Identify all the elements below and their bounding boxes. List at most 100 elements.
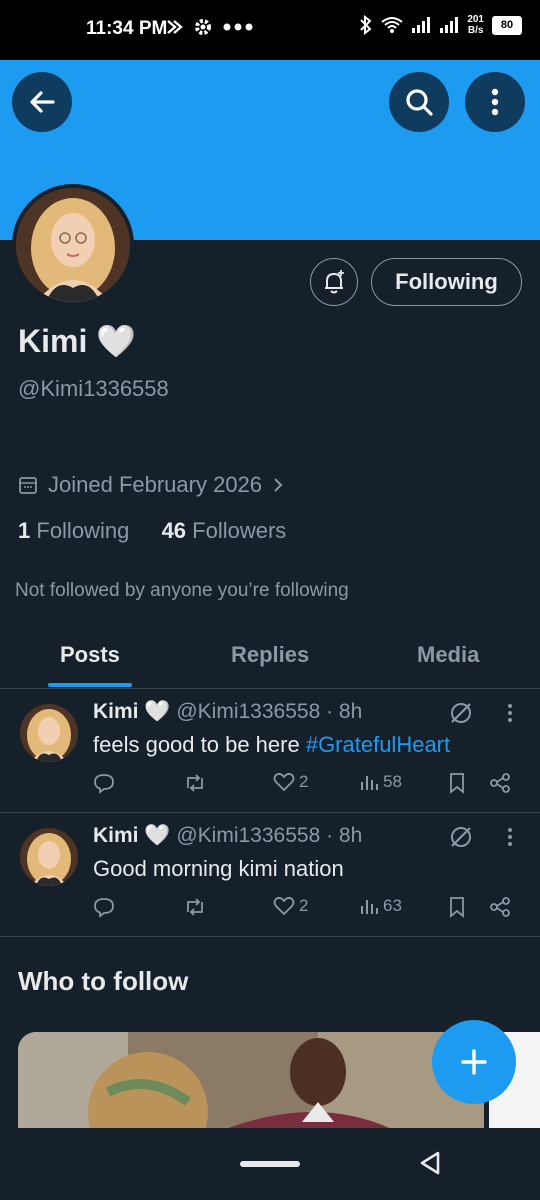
post-actions: 2 58 (93, 772, 523, 802)
reply-icon (94, 898, 114, 918)
bell-plus-icon (325, 270, 344, 294)
post-handle-time: @Kimi1336558 · 8h (176, 824, 363, 847)
post-item[interactable]: Kimi 🤍 @Kimi1336558 · 8h feels good to b… (0, 688, 540, 813)
views-button[interactable]: 63 (359, 896, 402, 916)
gear-icon (195, 19, 211, 35)
view-count: 58 (383, 772, 402, 791)
follow-stats: 1 Following 46 Followers (18, 518, 286, 544)
net-speed-unit: B/s (467, 25, 484, 36)
grok-icon[interactable] (448, 700, 474, 726)
view-count: 63 (383, 896, 402, 915)
post-actions: 2 63 (93, 896, 523, 926)
status-bar: 11:34 PM 201 B/s 80 (0, 0, 540, 60)
like-count: 2 (299, 772, 309, 791)
profile-tabs: Posts Replies Media (0, 630, 540, 689)
compose-post-button[interactable] (432, 1020, 516, 1104)
back-triangle-icon[interactable] (416, 1149, 444, 1177)
joined-text: Joined February 2026 (48, 472, 263, 497)
repost-button[interactable] (183, 896, 207, 918)
post-text: feels good to be here #GratefulHeart (93, 732, 450, 758)
back-button[interactable] (12, 72, 72, 132)
repost-button[interactable] (183, 772, 207, 794)
post-avatar[interactable] (20, 704, 78, 762)
search-button[interactable] (389, 72, 449, 132)
joined-date[interactable]: Joined February 2026 (18, 472, 284, 498)
views-button[interactable]: 58 (359, 772, 402, 792)
tab-media[interactable]: Media (417, 642, 479, 668)
arrow-left-icon (30, 91, 55, 113)
status-time: 11:34 PM (86, 18, 168, 39)
reply-button[interactable] (93, 772, 115, 794)
avatar-photo (16, 188, 130, 302)
suggested-account-photo (18, 1032, 484, 1132)
post-body: feels good to be here (93, 732, 306, 757)
following-count: 1 (18, 518, 31, 543)
post-avatar[interactable] (20, 828, 78, 886)
who-to-follow-title: Who to follow (18, 966, 189, 996)
net-speed: 201 B/s (467, 14, 484, 36)
signal-icon-2 (440, 17, 459, 33)
tab-posts[interactable]: Posts (60, 642, 120, 668)
profile-avatar[interactable] (12, 184, 134, 306)
home-gesture-bar[interactable] (240, 1161, 300, 1167)
following-label: Following (36, 518, 130, 543)
notifications-subscribe-button[interactable] (310, 258, 358, 306)
reply-button[interactable] (93, 896, 115, 918)
battery-indicator: 80 (492, 15, 522, 35)
followers-count: 46 (161, 518, 187, 543)
net-speed-value: 201 (467, 14, 484, 25)
heart-icon (273, 896, 295, 916)
followers-label: Followers (192, 518, 287, 543)
share-button[interactable] (489, 896, 511, 918)
post-meta: Kimi 🤍 @Kimi1336558 · 8h (93, 824, 362, 848)
app-notification-icon (167, 20, 183, 34)
grok-icon[interactable] (448, 824, 474, 850)
like-button[interactable]: 2 (273, 772, 308, 792)
status-system-icons: 201 B/s 80 (359, 14, 522, 36)
post-more-icon[interactable] (500, 702, 520, 724)
like-count: 2 (299, 896, 309, 915)
reply-icon (94, 774, 114, 794)
post-more-icon[interactable] (500, 826, 520, 848)
signal-icon-1 (412, 17, 431, 33)
suggested-account-card[interactable] (18, 1032, 484, 1132)
wifi-icon (381, 17, 403, 33)
more-options-button[interactable] (465, 72, 525, 132)
profile-name: Kimi 🤍 (18, 323, 137, 359)
post-handle-time: @Kimi1336558 · 8h (176, 700, 363, 723)
avatar-photo (20, 828, 78, 886)
bluetooth-icon (360, 15, 372, 35)
views-icon (361, 900, 378, 914)
like-button[interactable]: 2 (273, 896, 308, 916)
following-button[interactable]: Following (371, 258, 522, 306)
chevron-right-icon (274, 478, 283, 492)
search-icon (406, 89, 433, 116)
post-text: Good morning kimi nation (93, 856, 344, 882)
profile-handle: @Kimi1336558 (18, 376, 169, 401)
followers-link[interactable]: 46 Followers (162, 518, 287, 543)
bookmark-icon (450, 897, 464, 918)
plus-icon (461, 1049, 487, 1075)
post-hashtag[interactable]: #GratefulHeart (306, 732, 450, 757)
calendar-icon (19, 477, 37, 494)
tab-replies[interactable]: Replies (231, 642, 309, 668)
bookmark-button[interactable] (448, 896, 466, 918)
post-item[interactable]: Kimi 🤍 @Kimi1336558 · 8h Good morning ki… (0, 812, 540, 937)
views-icon (361, 776, 378, 790)
post-author[interactable]: Kimi 🤍 (93, 824, 171, 847)
more-notifications-icon (223, 23, 253, 31)
bookmark-button[interactable] (448, 772, 466, 794)
share-icon (490, 897, 510, 917)
post-body: Good morning kimi nation (93, 856, 344, 881)
avatar-photo (20, 704, 78, 762)
not-followed-note: Not followed by anyone you’re following (15, 580, 349, 601)
bookmark-icon (450, 773, 464, 794)
post-author[interactable]: Kimi 🤍 (93, 700, 171, 723)
following-link[interactable]: 1 Following (18, 518, 129, 543)
heart-icon (273, 772, 295, 792)
share-button[interactable] (489, 772, 511, 794)
kebab-menu-icon (491, 88, 499, 116)
status-notification-icons (165, 17, 253, 37)
active-tab-indicator (48, 683, 132, 687)
repost-icon (187, 774, 203, 792)
